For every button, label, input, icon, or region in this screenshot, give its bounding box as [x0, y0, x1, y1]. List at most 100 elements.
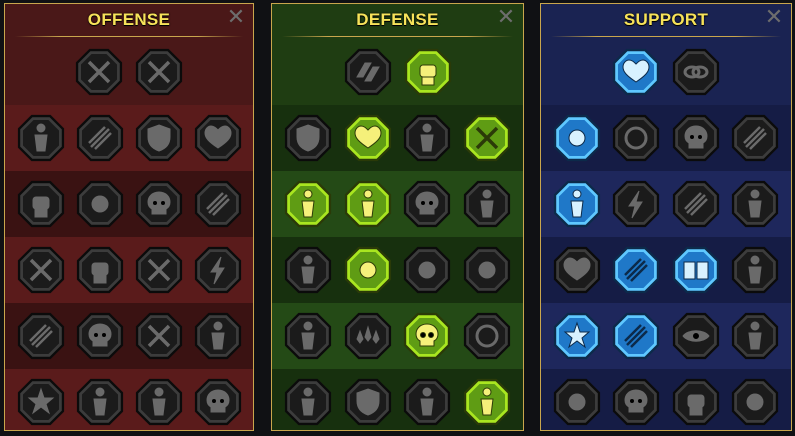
- mastery-horned-helm-button[interactable]: [16, 113, 66, 163]
- mastery-brick-wall-button[interactable]: [343, 47, 393, 97]
- mastery-flaming-skull-button[interactable]: [671, 113, 721, 163]
- mastery-fist-strike-button[interactable]: [16, 179, 66, 229]
- mastery-berserker-button[interactable]: [193, 311, 243, 361]
- offense-row-5: [5, 369, 253, 430]
- halo-figure-icon: [464, 180, 511, 228]
- cracked-heart-icon: [194, 114, 241, 162]
- mastery-chevron-armor-button[interactable]: [283, 113, 333, 163]
- no-entry-icon: [464, 312, 511, 360]
- mastery-raised-fist-button[interactable]: [403, 47, 453, 97]
- shield-arrow-icon: [135, 114, 182, 162]
- defense-divider: [282, 36, 513, 37]
- mastery-skull-horns-button[interactable]: [611, 377, 661, 427]
- mastery-martial-artist-button[interactable]: [730, 311, 780, 361]
- support-title: SUPPORT: [623, 10, 709, 29]
- chevron-armor-icon: [284, 114, 331, 162]
- mastery-skull-cloud-button[interactable]: [75, 311, 125, 361]
- mastery-armored-torso-button[interactable]: [402, 113, 452, 163]
- mastery-chain-link-button[interactable]: [671, 47, 721, 97]
- mastery-praying-hands-button[interactable]: [552, 113, 602, 163]
- mastery-no-entry-button[interactable]: [462, 311, 512, 361]
- mastery-guard-knight-button[interactable]: [343, 179, 393, 229]
- mastery-speed-arrow-button[interactable]: [730, 113, 780, 163]
- axe-strike-icon: [135, 246, 182, 294]
- mastery-demon-face-button[interactable]: [730, 245, 780, 295]
- offense-row-3: [5, 237, 253, 303]
- mastery-compass-star-button[interactable]: [552, 311, 602, 361]
- mastery-shield-arrow-button[interactable]: [134, 113, 184, 163]
- eye-icon: [672, 312, 719, 360]
- mastery-spear-shield-button[interactable]: [134, 311, 184, 361]
- offense-close-button[interactable]: ✕: [226, 7, 246, 29]
- mastery-knight-helm-button[interactable]: [75, 377, 125, 427]
- mastery-open-hand-button[interactable]: [402, 245, 452, 295]
- mastery-demon-button[interactable]: [134, 377, 184, 427]
- mastery-crossed-swords-button[interactable]: [74, 47, 124, 97]
- mastery-comet-button[interactable]: [611, 245, 661, 295]
- mastery-blade-ring-button[interactable]: [16, 245, 66, 295]
- skull-crown-icon: [194, 378, 241, 426]
- mastery-chained-heart-button[interactable]: [552, 245, 602, 295]
- mastery-heart-shield-button[interactable]: [343, 113, 393, 163]
- mastery-reaper-button[interactable]: [193, 179, 243, 229]
- mastery-skull-heart-button[interactable]: [402, 179, 452, 229]
- mastery-cracked-heart-button[interactable]: [193, 113, 243, 163]
- chain-lightning-icon: [194, 246, 241, 294]
- mastery-eye-button[interactable]: [671, 311, 721, 361]
- mastery-aura-ring-button[interactable]: [611, 113, 661, 163]
- skull-icon: [135, 180, 182, 228]
- slash-blades-icon: [135, 48, 183, 96]
- radiant-skull-icon: [404, 312, 451, 360]
- mastery-open-book-button[interactable]: [671, 245, 721, 295]
- flexing-giant-icon: [464, 378, 511, 426]
- mastery-speed-runner-button[interactable]: [283, 311, 333, 361]
- mastery-starfall-button[interactable]: [16, 377, 66, 427]
- mastery-flexing-giant-button[interactable]: [462, 377, 512, 427]
- mastery-fist-smash-button[interactable]: [671, 377, 721, 427]
- open-book-icon: [672, 246, 719, 294]
- explosion-icon: [17, 312, 64, 360]
- mastery-shadow-figures-button[interactable]: [730, 179, 780, 229]
- defense-row-4: [272, 303, 523, 369]
- mastery-crest-shield-button[interactable]: [343, 377, 393, 427]
- mastery-chain-lightning-button[interactable]: [193, 245, 243, 295]
- mastery-halo-figure-button[interactable]: [462, 179, 512, 229]
- triple-drops-icon: [344, 312, 391, 360]
- mastery-flame-warrior-button[interactable]: [283, 377, 333, 427]
- defense-close-button[interactable]: ✕: [496, 7, 516, 29]
- mastery-fanged-maw-button[interactable]: [75, 179, 125, 229]
- speed-runner-icon: [284, 312, 331, 360]
- mastery-hourglass-button[interactable]: [343, 245, 393, 295]
- mastery-radiant-skull-button[interactable]: [402, 311, 452, 361]
- reaper-icon: [194, 180, 241, 228]
- mastery-winged-boot-button[interactable]: [611, 311, 661, 361]
- mastery-skull-button[interactable]: [134, 179, 184, 229]
- mastery-lightning-bolt-button[interactable]: [611, 179, 661, 229]
- mastery-skull-crown-button[interactable]: [193, 377, 243, 427]
- mastery-potion-button[interactable]: [552, 377, 602, 427]
- mastery-crack-button[interactable]: [671, 179, 721, 229]
- mastery-slash-blades-button[interactable]: [134, 47, 184, 97]
- mastery-gauntlet-button[interactable]: [75, 245, 125, 295]
- crest-shield-icon: [344, 378, 391, 426]
- mastery-bull-button[interactable]: [462, 245, 512, 295]
- mastery-explosion-button[interactable]: [16, 311, 66, 361]
- mastery-heart-sparkle-button[interactable]: [611, 47, 661, 97]
- offense-row-1: [5, 105, 253, 171]
- heal-figure-icon: [284, 180, 331, 228]
- eagle-icon: [732, 378, 779, 426]
- mastery-crowd-button[interactable]: [283, 245, 333, 295]
- mastery-claw-slash-button[interactable]: [75, 113, 125, 163]
- mastery-dual-blades-button[interactable]: [462, 113, 512, 163]
- potion-icon: [553, 378, 600, 426]
- support-close-button[interactable]: ✕: [764, 7, 784, 29]
- mastery-heal-figure-button[interactable]: [283, 179, 333, 229]
- demon-face-icon: [732, 246, 779, 294]
- crossed-swords-icon: [75, 48, 123, 96]
- mastery-eagle-button[interactable]: [730, 377, 780, 427]
- mastery-ogre-button[interactable]: [402, 377, 452, 427]
- mastery-axe-strike-button[interactable]: [134, 245, 184, 295]
- mastery-triple-drops-button[interactable]: [343, 311, 393, 361]
- open-hand-icon: [404, 246, 451, 294]
- mastery-sparkle-figure-button[interactable]: [552, 179, 602, 229]
